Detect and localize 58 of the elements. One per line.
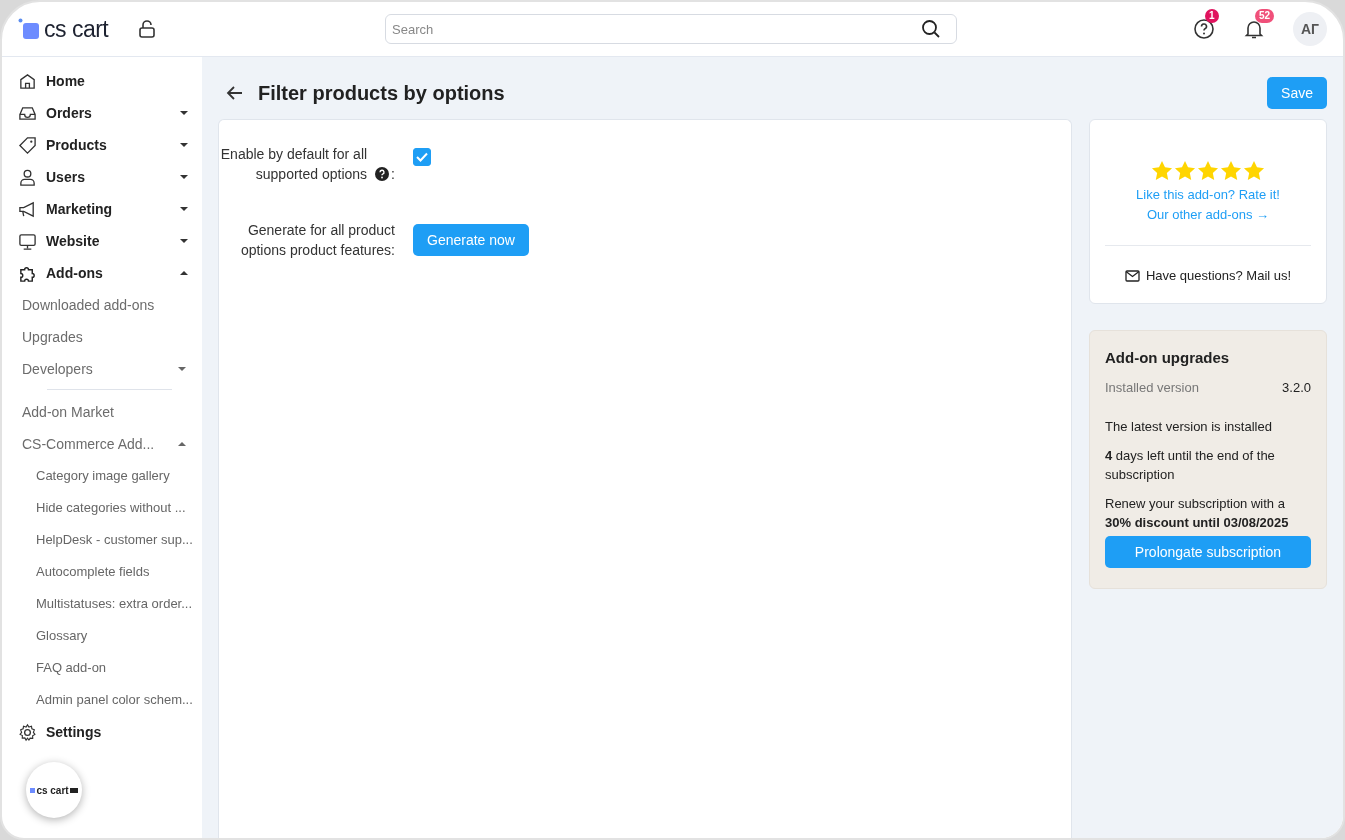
sidebar-item[interactable]: Products [2,129,202,161]
tag-icon [18,135,37,155]
user-avatar[interactable]: АГ [1293,12,1327,46]
renew-text: Renew your subscription with a 30% discount until 03/08/2025 [1105,495,1290,532]
home-icon [18,71,37,91]
sidebar-item[interactable]: Users [2,161,202,193]
days-left-text: 4 days left until the end of the subscription [1105,447,1276,484]
padlock-icon[interactable] [138,19,157,39]
sidebar-item[interactable]: HelpDesk - customer sup... [2,524,202,556]
help-icon[interactable] [1193,18,1215,40]
sidebar-item[interactable]: CS-Commerce Add... [2,428,202,460]
logo-icon [18,18,40,40]
checkbox[interactable] [413,148,431,166]
sidebar-item[interactable]: Hide categories without ... [2,492,202,524]
installed-version-value: 3.2.0 [1282,380,1311,395]
megaphone-icon [18,199,37,219]
sidebar-item[interactable]: Glossary [2,620,202,652]
page-title: Filter products by options [258,81,505,105]
search-field[interactable]: Search [385,14,957,44]
notification-count-badge: 52 [1255,9,1275,23]
setting-label: Enable by default for all supported options [219,145,368,184]
star-icon[interactable] [1151,160,1173,181]
sidebar-item[interactable]: Developers [2,353,202,385]
sidebar-item[interactable]: Downloaded add-ons [2,289,202,321]
mail-link[interactable]: Have questions? Mail us! [1145,268,1292,283]
user-icon [18,167,37,187]
gear-icon [18,722,37,742]
bell-icon[interactable] [1243,18,1265,40]
sidebar-item[interactable]: Category image gallery [2,460,202,492]
monitor-icon [18,231,37,251]
star-icon[interactable] [1220,160,1242,181]
sidebar-item[interactable]: FAQ add-on [2,652,202,684]
sidebar-item[interactable]: Settings [2,716,202,748]
sidebar-item[interactable]: Add-on Market [2,396,202,428]
panel-title: Add-on upgrades [1105,349,1231,366]
help-count-badge: 1 [1205,9,1219,23]
sidebar-item[interactable]: Multistatuses: extra order... [2,588,202,620]
sidebar-item[interactable]: Home [2,65,202,97]
mini-logo[interactable]: cs cart [26,762,82,818]
installed-version-label: Installed version [1105,380,1199,395]
back-arrow-icon[interactable] [226,85,244,101]
sidebar-item[interactable]: Website [2,225,202,257]
setting-label: Generate for all product options product features: [239,221,395,260]
sidebar-item[interactable]: Admin panel color schem... [2,684,202,716]
sidebar-item[interactable]: Upgrades [2,321,202,353]
envelope-icon [1124,269,1140,282]
sidebar-item[interactable]: Autocomplete fields [2,556,202,588]
sidebar-item[interactable]: Orders [2,97,202,129]
star-icon[interactable] [1174,160,1196,181]
star-icon[interactable] [1243,160,1265,181]
search-icon[interactable] [921,19,941,39]
colon-text: : [391,165,395,184]
logo-text[interactable]: cs cart [44,15,109,43]
star-icon[interactable] [1197,160,1219,181]
sidebar-item[interactable]: Add-ons [2,257,202,289]
sidebar-item[interactable]: Marketing [2,193,202,225]
help-icon[interactable] [375,167,390,181]
status-text: The latest version is installed [1105,418,1273,436]
